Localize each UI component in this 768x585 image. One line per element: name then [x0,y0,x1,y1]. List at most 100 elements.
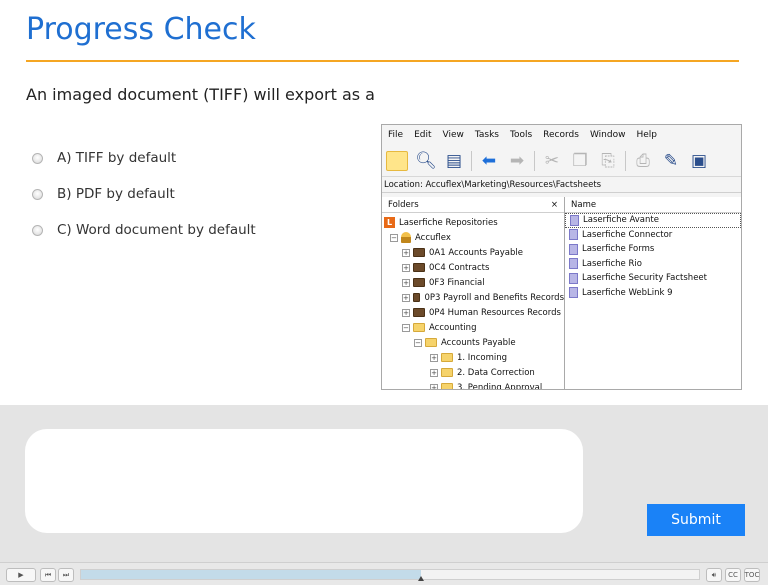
slide-title: Progress Check [26,12,256,47]
tree-node-label: Accuflex [415,232,451,243]
lf-menu-bar: File Edit View Tasks Tools Records Windo… [382,125,741,145]
expand-icon[interactable]: + [430,383,438,389]
progress-fill [81,570,421,579]
toolbar-separator [471,150,472,171]
cabinet-folder-icon [413,248,425,257]
radio-button[interactable] [32,188,43,200]
option-b[interactable]: B) PDF by default [32,176,256,212]
toc-button[interactable]: TOC [744,568,760,582]
player-bar: ▶ ⏮ ⏭ 🔊︎ CC TOC [0,562,768,585]
expand-icon[interactable]: + [402,263,410,272]
file-row[interactable]: Laserfiche Avante [565,213,741,228]
expand-icon[interactable]: + [430,368,438,377]
tree-node[interactable]: +0P3 Payroll and Benefits Records [382,290,564,305]
tree-node[interactable]: +0F3 Financial [382,275,564,290]
tree-node-label: 0P4 Human Resources Records [429,307,561,318]
toc-label: TOC [744,571,760,579]
tree-node-label: 0C4 Contracts [429,262,490,273]
tree-node-label: 2. Data Correction [457,367,535,378]
toolbar-separator [534,150,535,171]
document-icon [569,229,578,241]
camera-icon: ▣ [690,150,708,171]
expand-icon[interactable]: + [402,248,410,257]
cabinet-folder-icon [413,278,425,287]
file-name: Laserfiche WebLink 9 [582,287,673,298]
tree-node[interactable]: − Accounting [382,320,564,335]
file-row[interactable]: Laserfiche Forms [565,242,741,257]
document-icon [569,243,578,255]
document-icon [569,287,578,299]
tree-node[interactable]: − Accuflex [382,230,564,245]
cabinet-folder-icon [412,293,421,302]
option-label: A) TIFF by default [57,150,177,166]
radio-button[interactable] [32,224,43,236]
file-row[interactable]: Laserfiche Security Factsheet [565,271,741,286]
collapse-icon[interactable]: − [402,323,410,332]
tree-node[interactable]: +0C4 Contracts [382,260,564,275]
collapse-icon[interactable]: − [414,338,422,347]
tree-node-label: Accounting [429,322,477,333]
file-name: Laserfiche Rio [582,258,642,269]
tree-node[interactable]: +0A1 Accounts Payable [382,245,564,260]
folder-tree: L Laserfiche Repositories − Accuflex +0A1 Ac… [382,213,564,389]
previous-button[interactable]: ⏮ [40,568,56,582]
expand-icon[interactable]: + [430,353,438,362]
tree-node-label: Accounts Payable [441,337,516,348]
play-icon: ▶ [18,571,24,579]
lf-menu-file: File [388,130,404,140]
lf-files-pane: Name Laserfiche Avante Laserfiche Connect… [565,197,741,389]
folder-icon [425,338,437,347]
forward-arrow-icon: ➡ [509,150,525,171]
tree-node[interactable]: L Laserfiche Repositories [382,215,564,230]
tree-node[interactable]: − Accounts Payable [382,335,564,350]
file-row[interactable]: Laserfiche Connector [565,228,741,243]
progress-track[interactable] [80,569,700,580]
laserfiche-screenshot: File Edit View Tasks Tools Records Windo… [381,124,742,390]
folder-icon [386,150,408,171]
file-list: Laserfiche Avante Laserfiche Connector Las… [565,213,741,300]
option-a[interactable]: A) TIFF by default [32,140,256,176]
option-c[interactable]: C) Word document by default [32,212,256,248]
cc-label: CC [728,571,738,579]
expand-icon[interactable]: + [402,308,410,317]
tree-node[interactable]: +2. Data Correction [382,365,564,380]
progress-handle[interactable] [418,576,424,581]
close-icon: × [550,200,558,210]
feedback-box [25,429,583,533]
play-button[interactable]: ▶ [6,568,36,582]
title-divider [26,60,739,62]
copy-icon: ❐ [572,150,588,171]
file-name: Laserfiche Connector [582,229,673,240]
cc-button[interactable]: CC [725,568,741,582]
folder-icon [441,368,453,377]
lf-menu-edit: Edit [414,130,432,140]
question-text: An imaged document (TIFF) will export as… [26,85,375,104]
file-row[interactable]: Laserfiche WebLink 9 [565,286,741,301]
tree-node[interactable]: +0P4 Human Resources Records [382,305,564,320]
tree-node-label: Laserfiche Repositories [399,217,498,228]
cabinet-folder-icon [413,308,425,317]
collapse-icon[interactable]: − [390,233,398,242]
file-row[interactable]: Laserfiche Rio [565,257,741,272]
skip-back-icon: ⏮ [44,570,52,579]
name-header-label: Name [571,200,597,210]
submit-button[interactable]: Submit [647,504,745,536]
lf-menu-tasks: Tasks [474,130,499,140]
answer-options: A) TIFF by default B) PDF by default C) … [32,140,256,248]
folder-icon [441,353,453,362]
document-icon [569,272,578,284]
lf-menu-tools: Tools [509,130,533,140]
lf-menu-help: Help [636,130,657,140]
tree-node[interactable]: +1. Incoming [382,350,564,365]
volume-button[interactable]: 🔊︎ [706,568,722,582]
radio-button[interactable] [32,152,43,164]
next-button[interactable]: ⏭ [58,568,74,582]
expand-icon[interactable]: + [402,293,410,302]
toolbar-separator [625,150,626,171]
expand-icon[interactable]: + [402,278,410,287]
repository-icon [401,232,411,243]
skip-forward-icon: ⏭ [62,570,70,579]
laserfiche-logo-icon: L [384,217,395,228]
lf-panes: Folders × L Laserfiche Repositories − Accuf… [382,197,741,389]
tree-node[interactable]: +3. Pending Approval [382,380,564,389]
